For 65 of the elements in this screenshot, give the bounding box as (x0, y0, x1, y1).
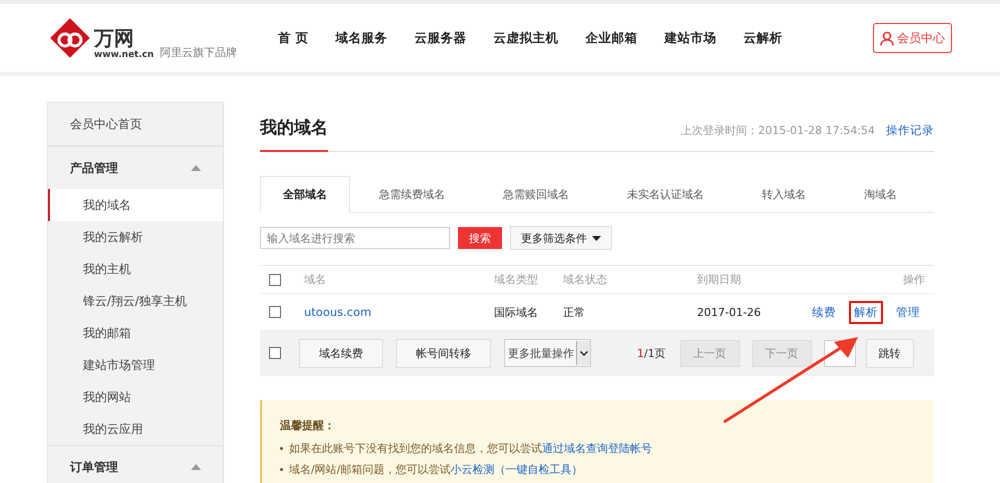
group-label: 订单管理 (70, 458, 118, 476)
nav-link[interactable]: 云服务器 (414, 30, 466, 46)
nav-link[interactable]: 域名服务 (335, 30, 388, 46)
nav-link[interactable]: 首 页 (278, 30, 308, 46)
table-cell-text: 国际域名 (494, 304, 539, 320)
sidebar-item[interactable]: 锋云/翔云/独享主机 (48, 285, 223, 317)
action-link[interactable]: 管理 (891, 300, 925, 324)
sidebar-item[interactable]: 我的网站 (48, 381, 223, 413)
tab[interactable]: 急需赎回域名 (474, 176, 598, 212)
notice-title: 温馨提醒： (280, 418, 336, 433)
tab[interactable]: 急需续费域名 (350, 176, 474, 212)
column-header: 域名状态 (563, 272, 608, 287)
page-indicator: 1/1页 (637, 346, 666, 360)
table-cell-text: 2017-01-26 (697, 306, 762, 318)
tagline: 阿里云旗下品牌 (160, 45, 237, 60)
action-link[interactable]: 解析 (849, 300, 883, 324)
checkbox[interactable] (269, 347, 281, 359)
member-center-button[interactable]: 会员中心 (873, 23, 952, 53)
user-icon (880, 30, 894, 46)
last-login-time: 上次登录时间：2015-01-28 17:54:54 (681, 124, 875, 136)
notice-link[interactable]: 小云检测（一键自检工具） (450, 462, 582, 477)
column-header: 操作 (902, 272, 926, 287)
sidebar-item[interactable]: 我的域名 (48, 189, 223, 221)
search-field[interactable]: 输入域名进行搜索 (260, 227, 450, 249)
filter-dropdown[interactable]: 更多筛选条件 (510, 226, 612, 250)
nav-link[interactable]: 云解析 (743, 30, 782, 46)
nav-link[interactable]: 企业邮箱 (585, 30, 638, 46)
sidebar-item[interactable]: 我的邮箱 (48, 317, 223, 349)
tab[interactable]: 全部域名 (260, 176, 350, 213)
sidebar-item[interactable]: 我的主机 (48, 253, 223, 285)
tab[interactable]: 淘域名 (835, 176, 926, 212)
jump-button[interactable]: 跳转 (866, 338, 914, 368)
column-header: 到期日期 (697, 272, 742, 287)
notice-link[interactable]: 通过域名查询登陆帐号 (542, 441, 652, 456)
search-button[interactable]: 搜索 (458, 227, 502, 249)
domain-link[interactable]: utoous.com (304, 305, 494, 319)
group-label: 产品管理 (70, 160, 118, 176)
caret-icon (592, 236, 601, 240)
batch-button[interactable]: 域名续费 (299, 338, 383, 368)
column-header: 域名 (304, 272, 327, 287)
checkbox[interactable] (269, 274, 281, 286)
notice-text: 如果在此账号下没有找到您的域名信息，您可以尝试 (289, 441, 542, 456)
bullet-icon (280, 447, 283, 450)
sidebar-item[interactable]: 建站市场管理 (48, 349, 223, 381)
nav-link[interactable]: 建站市场 (664, 30, 716, 46)
nav-link[interactable]: 云虚拟主机 (493, 30, 558, 46)
sidebar-item[interactable]: 会员中心首页 (48, 103, 223, 146)
batch-button[interactable]: 帐号间转移 (396, 338, 491, 368)
page-title: 我的域名 (260, 105, 328, 152)
bullet-icon (280, 468, 283, 471)
table-cell-text: 正常 (563, 304, 586, 320)
sidebar-group-header[interactable]: 订单管理 (48, 445, 223, 483)
checkbox[interactable] (269, 306, 281, 318)
action-link[interactable]: 续费 (807, 300, 841, 324)
chevron-icon (580, 350, 588, 356)
logo-url: www.net.cn (94, 51, 154, 60)
tab[interactable]: 转入域名 (733, 176, 835, 212)
notice-text: 域名/网站/邮箱问题，您可以尝试 (289, 462, 450, 477)
operation-log-link[interactable]: 操作记录 (886, 122, 934, 136)
tab[interactable]: 未实名认证域名 (598, 176, 733, 212)
logo-name: 万网 (94, 28, 135, 48)
sidebar-item[interactable]: 我的云应用 (48, 413, 223, 445)
column-header: 域名类型 (494, 272, 539, 287)
batch-select[interactable]: 更多批量操作 (504, 339, 591, 367)
sidebar-item[interactable]: 我的云解析 (48, 221, 223, 253)
